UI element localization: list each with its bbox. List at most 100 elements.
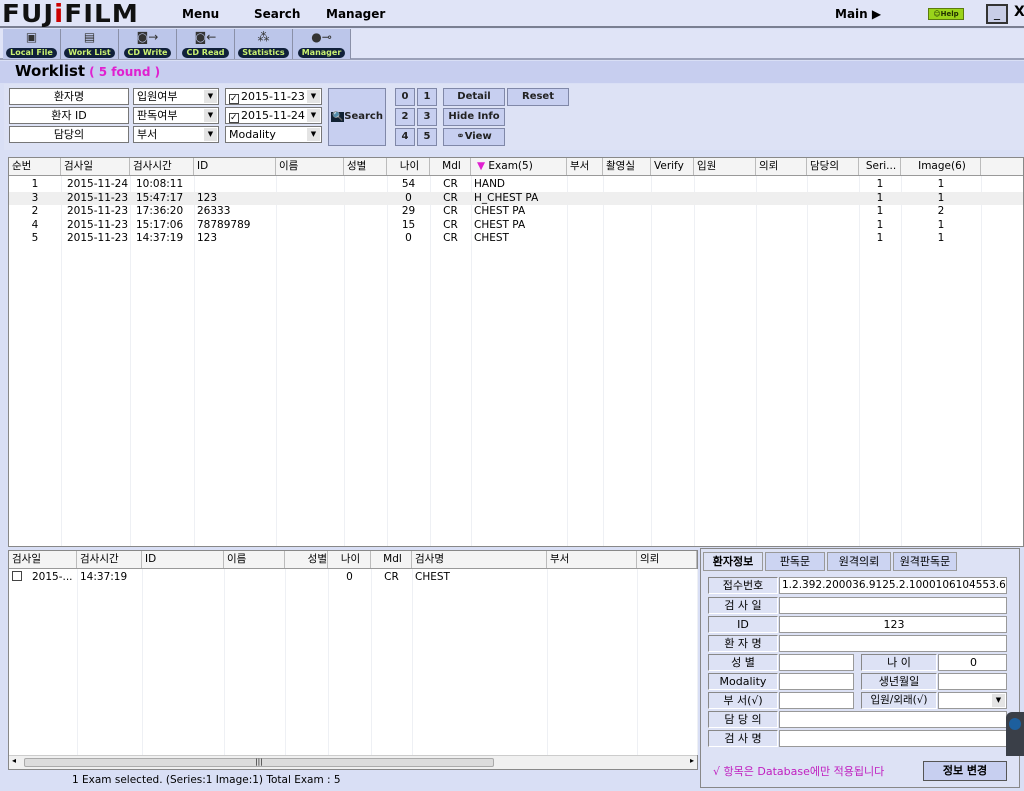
main-button[interactable]: Main ▶ bbox=[835, 7, 881, 21]
manager-button[interactable]: ●⊸ Manager bbox=[293, 29, 351, 59]
help-button[interactable]: ☺Help bbox=[928, 8, 964, 20]
modality-select[interactable]: Modality ▼ bbox=[225, 126, 322, 143]
age-field[interactable]: 0 bbox=[938, 654, 1007, 671]
num-button-5[interactable]: 5 bbox=[417, 128, 437, 146]
grid-line bbox=[77, 569, 78, 755]
table-cell: 78789789 bbox=[197, 218, 251, 231]
view-button[interactable]: ⚭View bbox=[443, 128, 505, 146]
column-header[interactable]: 부서 bbox=[567, 158, 603, 175]
detail-button[interactable]: Detail bbox=[443, 88, 505, 106]
scrollbar-thumb[interactable]: ||| bbox=[24, 758, 494, 767]
column-header[interactable]: 검사시간 bbox=[130, 158, 194, 175]
column-header[interactable]: 성별 bbox=[344, 158, 387, 175]
patient-id-input[interactable]: 환자 ID bbox=[9, 107, 129, 124]
doctor-input[interactable]: 담당의 bbox=[9, 126, 129, 143]
patient-name-field[interactable] bbox=[779, 635, 1007, 652]
doctor-field[interactable] bbox=[779, 711, 1007, 728]
menu-manager[interactable]: Manager bbox=[326, 7, 385, 21]
column-header[interactable]: 순번 bbox=[9, 158, 61, 175]
column-header[interactable]: Seri... bbox=[859, 158, 901, 175]
column-header[interactable]: 이름 bbox=[224, 551, 285, 568]
num-button-0[interactable]: 0 bbox=[395, 88, 415, 106]
horizontal-scrollbar[interactable]: ◂ ||| ▸ bbox=[9, 755, 697, 769]
table-cell: 2015-11-23 bbox=[67, 218, 129, 231]
table-row[interactable]: 4 2015-11-23 15:17:06 78789789 15 CR CHEST PA 1… bbox=[9, 219, 1023, 233]
column-header[interactable]: 담당의 bbox=[807, 158, 859, 175]
num-button-3[interactable]: 3 bbox=[417, 108, 437, 126]
date-from-checkbox[interactable]: ✓ bbox=[229, 94, 239, 104]
date-to-picker[interactable]: ✓ 2015-11-24 ▼ bbox=[225, 107, 322, 124]
scroll-left-icon[interactable]: ◂ bbox=[12, 756, 16, 765]
sex-field[interactable] bbox=[779, 654, 854, 671]
patient-name-input[interactable]: 환자명 bbox=[9, 88, 129, 105]
column-header[interactable]: 나이 bbox=[387, 158, 430, 175]
column-header[interactable]: ID bbox=[142, 551, 224, 568]
tab-patient-info[interactable]: 환자정보 bbox=[703, 552, 763, 571]
admission-select[interactable]: 입원여부 ▼ bbox=[133, 88, 219, 105]
column-header[interactable]: Image(6) bbox=[901, 158, 981, 175]
column-header[interactable]: 의뢰 bbox=[756, 158, 807, 175]
reading-select[interactable]: 판독여부 ▼ bbox=[133, 107, 219, 124]
table-cell: 1 bbox=[876, 205, 884, 217]
num-button-2[interactable]: 2 bbox=[395, 108, 415, 126]
department-select[interactable]: 부서 ▼ bbox=[133, 126, 219, 143]
column-header[interactable]: Mdl bbox=[371, 551, 412, 568]
column-header[interactable]: ▼ Exam(5) bbox=[471, 158, 567, 175]
admission-value: 입원여부 bbox=[137, 90, 178, 103]
table-row[interactable]: 2 2015-11-23 17:36:20 26333 29 CR CHEST PA 1 2 bbox=[9, 205, 1023, 219]
menu-search[interactable]: Search bbox=[254, 7, 300, 21]
grid-line bbox=[142, 569, 143, 755]
accession-field[interactable]: 1.2.392.200036.9125.2.1000106104553.64 bbox=[779, 577, 1007, 594]
column-header[interactable]: 검사일 bbox=[61, 158, 130, 175]
statistics-button[interactable]: ⁂ Statistics bbox=[235, 29, 293, 59]
reset-button[interactable]: Reset bbox=[507, 88, 569, 106]
exam-date-field[interactable] bbox=[779, 597, 1007, 614]
column-header[interactable]: 검사시간 bbox=[77, 551, 142, 568]
column-header[interactable]: 의뢰 bbox=[637, 551, 697, 568]
column-header[interactable]: 성별 bbox=[285, 551, 328, 568]
exam-name-field[interactable] bbox=[779, 730, 1007, 747]
num-button-1[interactable]: 1 bbox=[417, 88, 437, 106]
inout-select[interactable]: ▼ bbox=[938, 692, 1007, 709]
update-info-button[interactable]: 정보 변경 bbox=[923, 761, 1007, 781]
tab-remote-request[interactable]: 원격의뢰 bbox=[827, 552, 891, 571]
id-field[interactable]: 123 bbox=[779, 616, 1007, 633]
modality-field[interactable] bbox=[779, 673, 854, 690]
tab-report[interactable]: 판독문 bbox=[765, 552, 825, 571]
table-row[interactable]: 3 2015-11-23 15:47:17 123 0 CR H_CHEST PA 1 1 bbox=[9, 191, 1023, 205]
date-to-checkbox[interactable]: ✓ bbox=[229, 113, 239, 123]
date-from-picker[interactable]: ✓ 2015-11-23 ▼ bbox=[225, 88, 322, 105]
column-header[interactable]: 검사명 bbox=[412, 551, 547, 568]
cd-write-button[interactable]: ◙→ CD Write bbox=[119, 29, 177, 59]
minimize-button[interactable]: _ bbox=[986, 4, 1008, 24]
table-row[interactable]: 2015-... 14:37:19 0 CR CHEST bbox=[9, 571, 697, 585]
column-header[interactable]: 검사일 bbox=[9, 551, 77, 568]
local-file-button[interactable]: ▣ Local File bbox=[3, 29, 61, 59]
column-header[interactable]: 부서 bbox=[547, 551, 637, 568]
cd-read-button[interactable]: ◙← CD Read bbox=[177, 29, 235, 59]
table-row[interactable]: 5 2015-11-23 14:37:19 123 0 CR CHEST 1 1 bbox=[9, 232, 1023, 246]
cd-write-label: CD Write bbox=[123, 48, 172, 58]
column-header[interactable]: 이름 bbox=[276, 158, 344, 175]
hide-info-button[interactable]: Hide Info bbox=[443, 108, 505, 126]
birthdate-field[interactable] bbox=[938, 673, 1007, 690]
num-button-4[interactable]: 4 bbox=[395, 128, 415, 146]
row-checkbox[interactable] bbox=[12, 571, 22, 581]
table-cell: 0 bbox=[405, 232, 412, 244]
remote-support-tab[interactable] bbox=[1006, 712, 1024, 756]
tab-remote-report[interactable]: 원격판독문 bbox=[893, 552, 957, 571]
close-button[interactable]: X bbox=[1014, 4, 1024, 20]
table-row[interactable]: 1 2015-11-24 10:08:11 54 CR HAND 1 1 bbox=[9, 178, 1023, 192]
column-header[interactable]: Mdl bbox=[430, 158, 471, 175]
menu-menu[interactable]: Menu bbox=[182, 7, 219, 21]
search-button[interactable]: 🔍Search bbox=[328, 88, 386, 146]
column-header[interactable]: Verify bbox=[651, 158, 694, 175]
work-list-button[interactable]: ▤ Work List bbox=[61, 29, 119, 59]
column-header[interactable]: 입원 bbox=[694, 158, 756, 175]
column-header[interactable]: 나이 bbox=[328, 551, 371, 568]
grid-line bbox=[224, 569, 225, 755]
column-header[interactable]: ID bbox=[194, 158, 276, 175]
scroll-right-icon[interactable]: ▸ bbox=[690, 756, 694, 765]
department-field[interactable] bbox=[779, 692, 854, 709]
column-header[interactable]: 촬영실 bbox=[603, 158, 651, 175]
